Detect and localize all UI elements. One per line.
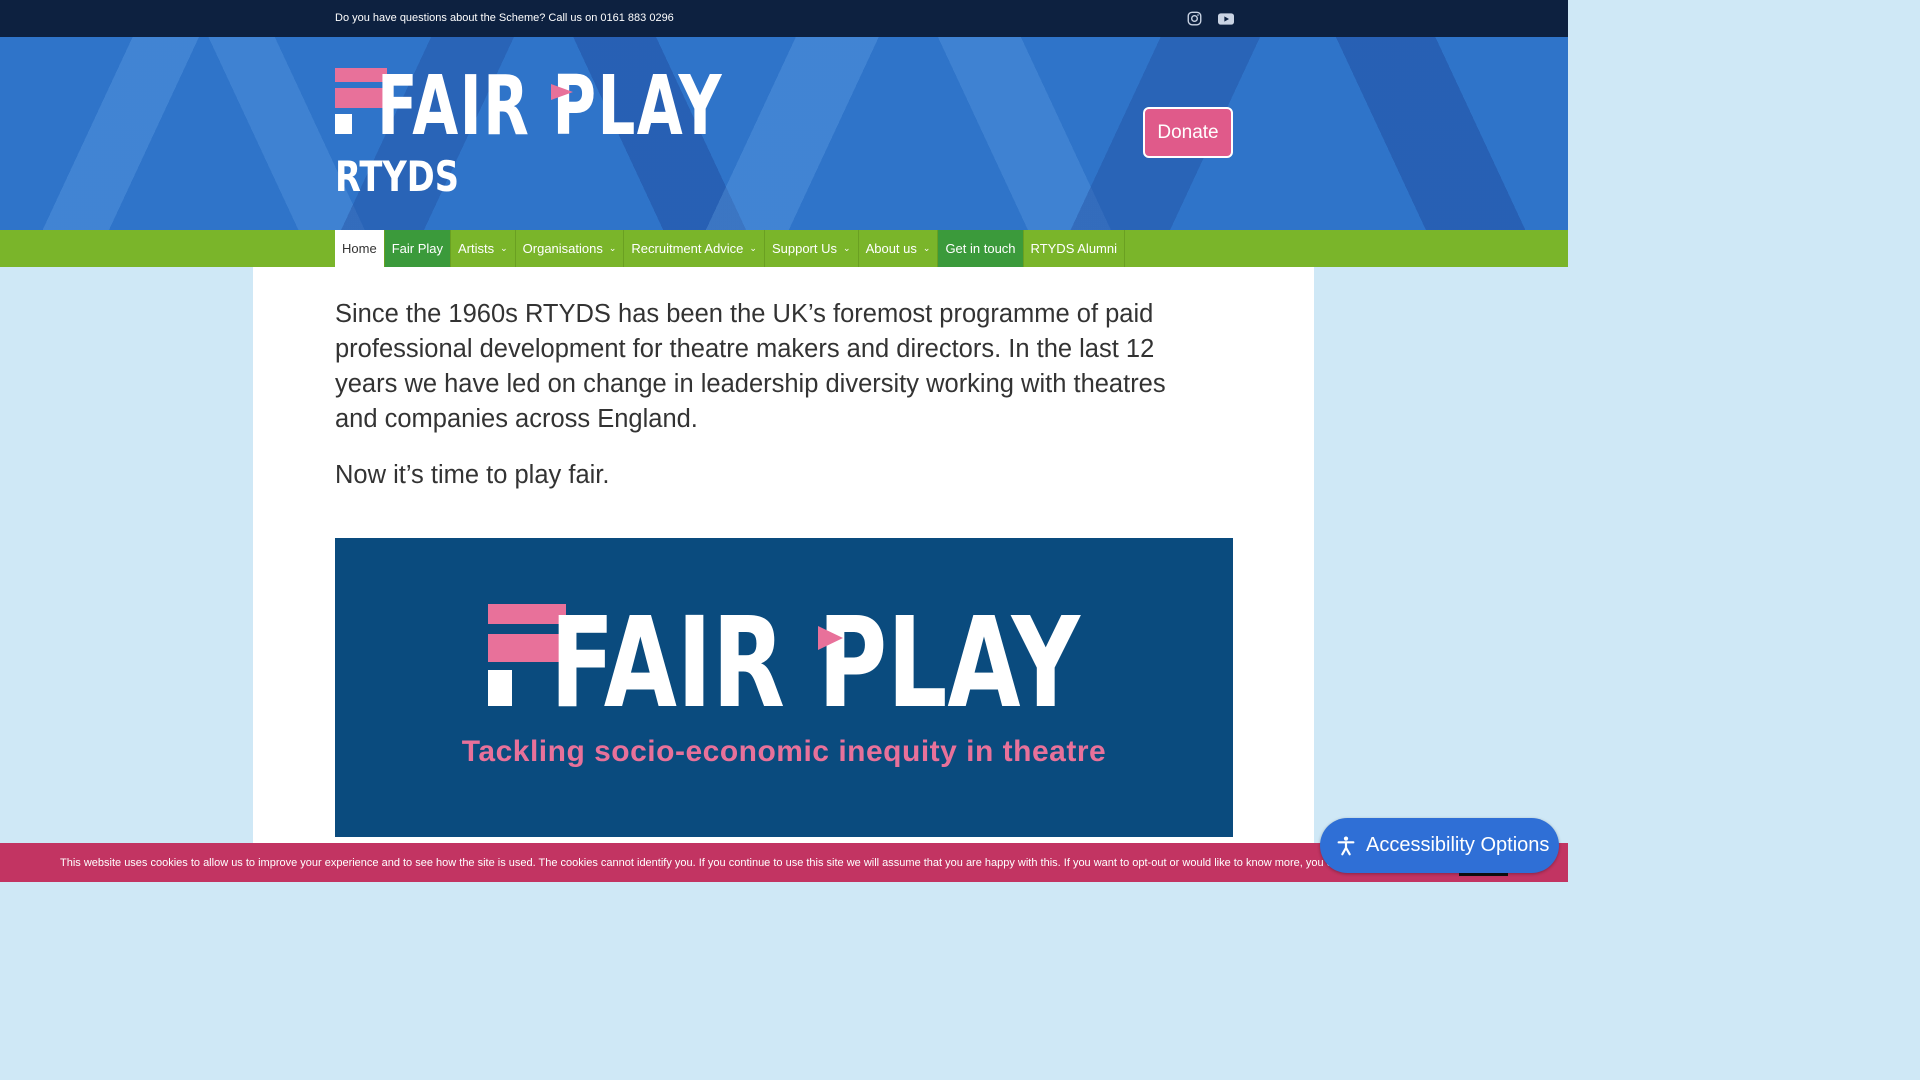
svg-text:RTYDS: RTYDS (335, 152, 459, 193)
chevron-down-icon: ⌄ (922, 243, 931, 253)
svg-text:FAIR PLAY: FAIR PLAY (377, 68, 723, 154)
tagline: Now it’s time to play fair. (335, 461, 610, 489)
contact-message: Do you have questions about the Scheme? … (335, 12, 674, 24)
instagram-icon[interactable] (1186, 10, 1203, 27)
nav-item-support-us[interactable]: Support Us ⌄ (765, 230, 859, 267)
banner-logo: FAIR PLAY (488, 591, 1082, 736)
top-bar: Do you have questions about the Scheme? … (0, 0, 1568, 37)
chevron-down-icon: ⌄ (608, 243, 617, 253)
cookie-accept-button[interactable] (1459, 873, 1508, 876)
nav-item-organisations[interactable]: Organisations ⌄ (516, 230, 625, 267)
accessibility-label: Accessibility Options (1366, 834, 1550, 856)
nav-item-artists[interactable]: Artists ⌄ (451, 230, 516, 267)
donate-button[interactable]: Donate (1143, 107, 1233, 158)
chevron-down-icon: ⌄ (843, 243, 851, 253)
nav-item-get-in-touch[interactable]: Get in touch (938, 230, 1024, 267)
banner-subtitle: Tackling socio-economic inequity in thea… (461, 735, 1107, 768)
main-nav: Home Fair Play Artists ⌄ Organisations ⌄ R… (0, 230, 1568, 267)
intro-paragraph: Since the 1960s RTYDS has been the UK’s … (335, 300, 1166, 433)
chevron-down-icon: ⌄ (500, 243, 508, 253)
nav-item-about-us[interactable]: About us ⌄ (859, 230, 939, 267)
nav-item-fair-play[interactable]: Fair Play (384, 230, 451, 267)
nav-item-home[interactable]: Home (335, 230, 385, 267)
youtube-icon[interactable] (1217, 10, 1234, 27)
accessibility-icon (1334, 834, 1358, 858)
svg-text:FAIR PLAY: FAIR PLAY (550, 604, 1081, 708)
nav-item-rtyds-alumni[interactable]: RTYDS Alumni (1024, 230, 1126, 267)
cookie-text: This website uses cookies to allow us to… (60, 857, 1340, 869)
site-header (0, 37, 1568, 230)
fair-play-rtyds-logo[interactable]: FAIR PLAY RTYDS (335, 59, 725, 201)
chevron-down-icon: ⌄ (749, 243, 757, 253)
nav-item-recruitment-advice[interactable]: Recruitment Advice ⌄ (624, 230, 765, 267)
accessibility-options-button[interactable]: Accessibility Options (1320, 818, 1559, 873)
